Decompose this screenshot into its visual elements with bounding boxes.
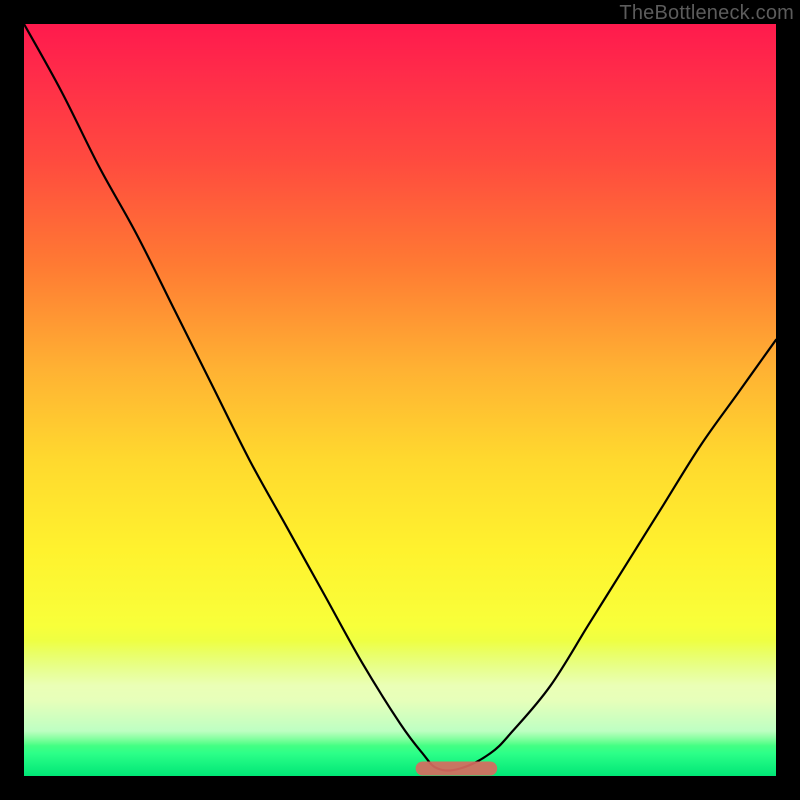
chart-canvas: TheBottleneck.com [0,0,800,800]
curve-layer [24,24,776,776]
plot-area [24,24,776,776]
bottleneck-curve [24,24,776,771]
watermark-text: TheBottleneck.com [619,2,794,25]
